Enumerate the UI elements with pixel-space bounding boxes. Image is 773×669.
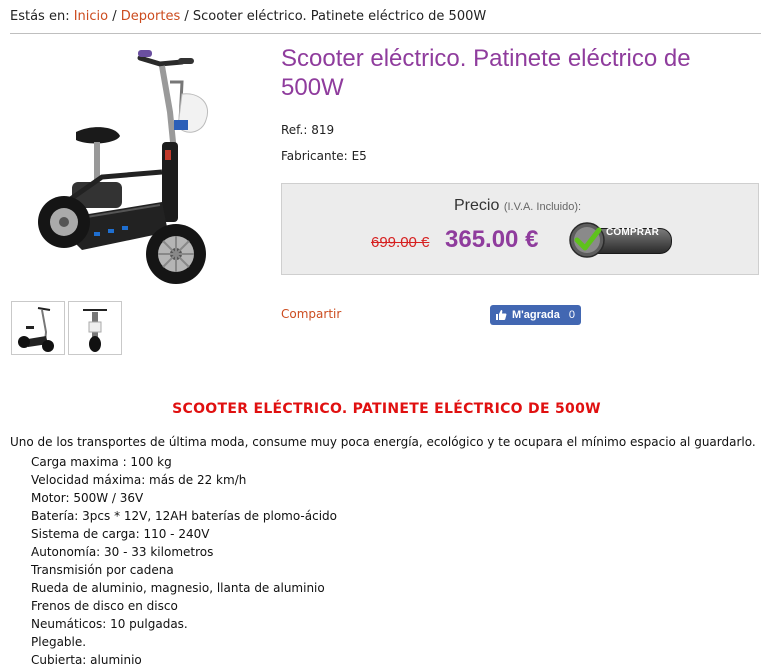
spec-item: Plegable.: [31, 635, 87, 649]
price-label: Precio (I.V.A. Incluido):: [454, 197, 581, 215]
breadcrumb-separator: /: [184, 9, 189, 24]
buy-button-label: COMPRAR: [606, 227, 660, 238]
product-main-image[interactable]: [12, 42, 252, 292]
facebook-like-label: M'agrada: [512, 309, 560, 321]
breadcrumb-home-link[interactable]: Inicio: [74, 9, 108, 24]
old-price: 699.00 €: [371, 234, 430, 251]
spec-item: Carga maxima : 100 kg: [31, 455, 172, 469]
thumbs-up-icon: [496, 310, 507, 320]
breadcrumb-divider: [10, 33, 761, 34]
description-intro: Uno de los transportes de última moda, c…: [10, 435, 756, 449]
buy-button[interactable]: COMPRAR: [568, 221, 672, 259]
spec-item: Rueda de aluminio, magnesio, llanta de a…: [31, 581, 325, 595]
spec-item: Transmisión por cadena: [31, 563, 174, 577]
product-manufacturer: Fabricante: E5: [281, 149, 367, 163]
spec-item: Frenos de disco en disco: [31, 599, 178, 613]
ref-value: 819: [311, 123, 335, 137]
facebook-like-count: 0: [568, 309, 575, 321]
spec-item: Autonomía: 30 - 33 kilometros: [31, 545, 214, 559]
spec-item: Velocidad máxima: más de 22 km/h: [31, 473, 247, 487]
price-box: Precio (I.V.A. Incluido): 699.00 € 365.0…: [281, 183, 759, 275]
manufacturer-label: Fabricante:: [281, 149, 348, 163]
breadcrumb-category-link[interactable]: Deportes: [121, 9, 180, 24]
ref-label: Ref.:: [281, 123, 308, 137]
manufacturer-value: E5: [351, 149, 367, 163]
product-reference: Ref.: 819: [281, 123, 334, 137]
new-price: 365.00 €: [445, 226, 539, 253]
breadcrumb-current: Scooter eléctrico. Patinete eléctrico de…: [192, 9, 487, 24]
spec-item: Neumáticos: 10 pulgadas.: [31, 617, 188, 631]
product-title: Scooter eléctrico. Patinete eléctrico de…: [281, 45, 691, 101]
description-title: SCOOTER ELÉCTRICO. PATINETE ELÉCTRICO DE…: [172, 401, 601, 417]
breadcrumb-separator: /: [112, 9, 117, 24]
spec-item: Motor: 500W / 36V: [31, 491, 144, 505]
spec-list: Carga maxima : 100 kg Velocidad máxima: …: [31, 453, 337, 669]
tax-note: (I.V.A. Incluido):: [503, 201, 582, 213]
spec-item: Cubierta: aluminio: [31, 653, 142, 667]
spec-item: Batería: 3pcs * 12V, 12AH baterías de pl…: [31, 509, 337, 523]
product-thumbnail[interactable]: [68, 301, 122, 355]
breadcrumb: Estás en: Inicio / Deportes / Scooter el…: [10, 9, 486, 24]
product-thumbnail[interactable]: [11, 301, 65, 355]
share-link[interactable]: Compartir: [281, 307, 341, 321]
price-label-text: Precio: [454, 197, 500, 214]
breadcrumb-prefix: Estás en:: [10, 9, 70, 24]
checkmark-icon: [569, 222, 605, 258]
spec-item: Sistema de carga: 110 - 240V: [31, 527, 210, 541]
facebook-like-button[interactable]: M'agrada 0: [490, 305, 581, 325]
